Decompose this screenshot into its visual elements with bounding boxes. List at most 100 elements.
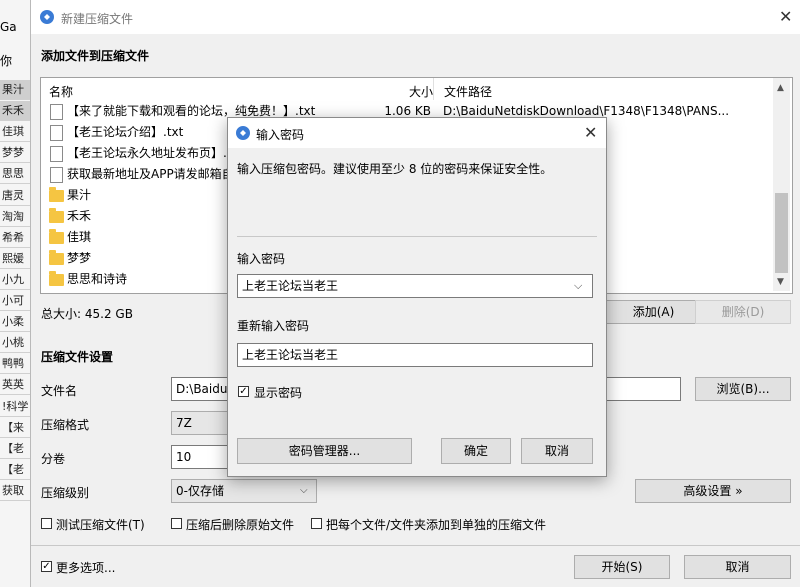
window-titlebar: 新建压缩文件 ✕	[31, 0, 800, 34]
background-side-item: !科学	[0, 397, 32, 417]
browse-button-label: 浏览(B)...	[716, 382, 770, 396]
dialog-cancel-label: 取消	[544, 444, 569, 458]
password-input[interactable]: 上老王论坛当老王 ⌵	[237, 274, 593, 298]
background-side-item: 获取	[0, 481, 32, 501]
repeat-password-input[interactable]: 上老王论坛当老王	[237, 343, 593, 367]
column-header-path[interactable]: 文件路径	[444, 83, 492, 100]
dialog-description: 输入压缩包密码。建议使用至少 8 位的密码来保证安全性。	[237, 162, 553, 176]
level-label: 压缩级别	[41, 486, 90, 500]
dialog-logo-icon	[236, 126, 250, 140]
cancel-button-label: 取消	[725, 560, 750, 574]
delete-after-checkbox[interactable]	[171, 518, 182, 529]
delete-button-label: 删除(D)	[721, 305, 765, 319]
dialog-titlebar: 输入密码 ✕	[228, 118, 606, 148]
background-side-item: 小九	[0, 270, 32, 290]
background-side-item: 佳琪	[0, 122, 32, 143]
background-side-item: 英英	[0, 375, 32, 396]
window-close-icon[interactable]: ✕	[779, 7, 792, 26]
list-item-name: 梦梦	[67, 251, 92, 265]
background-side-item: 淘淘	[0, 207, 32, 227]
ok-button-label: 确定	[463, 444, 488, 458]
list-item-name: 【老王论坛永久地址发布页】.txt	[67, 146, 244, 160]
chevron-down-icon: ⌵	[300, 485, 308, 496]
password-label: 输入密码	[237, 252, 286, 266]
level-select[interactable]: 0-仅存储 ⌵	[171, 479, 317, 503]
start-button[interactable]: 开始(S)	[574, 555, 670, 579]
dialog-close-icon[interactable]: ✕	[584, 123, 597, 142]
list-item-name: 思思和诗诗	[67, 272, 128, 286]
background-side-item: 禾禾	[0, 101, 32, 122]
level-select-value: 0-仅存储	[176, 484, 224, 498]
show-password-label[interactable]: 显示密码	[254, 384, 302, 401]
file-list-scrollbar[interactable]: ▲ ▼	[773, 78, 790, 291]
add-button[interactable]: 添加(A)	[606, 300, 701, 324]
password-input-value: 上老王论坛当老王	[242, 279, 339, 293]
volume-label: 分卷	[41, 452, 66, 466]
background-side-item: 希希	[0, 228, 32, 248]
column-divider	[433, 78, 434, 100]
background-side-item: 【老	[0, 460, 32, 480]
window-title: 新建压缩文件	[61, 12, 134, 26]
background-app: Ga 你 果汁 禾禾 佳琪 梦梦 思思 唐灵 淘淘 希希 熙媛 小九 小可 小柔 小桃 鸭鸭 英英 !科学 【来…	[0, 0, 32, 587]
footer-separator	[31, 545, 800, 546]
text-file-icon	[50, 167, 63, 183]
ok-button[interactable]: 确定	[441, 438, 511, 464]
dialog-title: 输入密码	[256, 128, 305, 142]
background-side-item: 【老	[0, 439, 32, 459]
dialog-separator	[237, 236, 597, 237]
chevron-down-icon[interactable]: ⌵	[574, 275, 582, 297]
separate-archive-checkbox[interactable]	[311, 518, 322, 529]
folder-icon	[49, 187, 64, 202]
advanced-settings-button[interactable]: 高级设置 »	[635, 479, 791, 503]
settings-section-title: 压缩文件设置	[41, 350, 114, 364]
background-side-item: 小桃	[0, 333, 32, 354]
list-item-name: 果汁	[67, 188, 92, 202]
background-side-char: 你	[0, 54, 13, 68]
password-manager-label: 密码管理器...	[288, 444, 361, 458]
scroll-down-icon[interactable]: ▼	[777, 277, 784, 287]
browse-button[interactable]: 浏览(B)...	[695, 377, 791, 401]
volume-input[interactable]: 10	[171, 445, 231, 469]
format-label: 压缩格式	[41, 418, 90, 432]
folder-icon	[49, 229, 64, 244]
text-file-icon	[50, 125, 63, 141]
folder-icon	[49, 250, 64, 265]
cancel-button[interactable]: 取消	[684, 555, 791, 579]
background-side-item: 鸭鸭	[0, 354, 32, 375]
background-side-item: 果汁	[0, 80, 32, 100]
list-item-name: 禾禾	[67, 209, 92, 223]
add-button-label: 添加(A)	[632, 305, 675, 319]
dialog-cancel-button[interactable]: 取消	[521, 438, 593, 464]
text-file-icon	[50, 146, 63, 162]
advanced-settings-label: 高级设置 »	[683, 484, 743, 498]
format-select[interactable]: 7Z	[171, 411, 231, 435]
app-logo-icon	[40, 10, 54, 24]
folder-icon	[49, 208, 64, 223]
test-archive-label[interactable]: 测试压缩文件(T)	[56, 516, 145, 533]
delete-after-label[interactable]: 压缩后删除原始文件	[186, 516, 294, 533]
scroll-up-icon[interactable]: ▲	[777, 83, 784, 93]
background-side-item: 唐灵	[0, 186, 32, 206]
background-side-item: 熙媛	[0, 249, 32, 269]
delete-button[interactable]: 删除(D)	[695, 300, 791, 324]
password-manager-button[interactable]: 密码管理器...	[237, 438, 412, 464]
separate-archive-label[interactable]: 把每个文件/文件夹添加到单独的压缩文件	[326, 516, 546, 533]
column-header-name[interactable]: 名称	[49, 83, 73, 100]
more-options-checkbox[interactable]: ✓	[41, 561, 52, 572]
repeat-password-label: 重新输入密码	[237, 319, 310, 333]
background-side-item: 小可	[0, 291, 32, 311]
background-tab-label: Ga	[0, 20, 17, 34]
list-item-name: 【老王论坛介绍】.txt	[67, 125, 184, 139]
more-options-label[interactable]: 更多选项...	[56, 559, 115, 576]
test-archive-checkbox[interactable]	[41, 518, 52, 529]
column-header-size[interactable]: 大小	[409, 83, 433, 100]
background-side-item: 梦梦	[0, 143, 32, 164]
list-item-name: 佳琪	[67, 230, 92, 244]
show-password-checkbox[interactable]: ✓	[238, 386, 249, 397]
scrollbar-thumb[interactable]	[775, 193, 788, 273]
start-button-label: 开始(S)	[601, 560, 643, 574]
background-side-item: 小柔	[0, 312, 32, 333]
total-size: 总大小: 45.2 GB	[41, 307, 133, 321]
filename-label: 文件名	[41, 384, 78, 398]
background-side-item: 思思	[0, 164, 32, 185]
